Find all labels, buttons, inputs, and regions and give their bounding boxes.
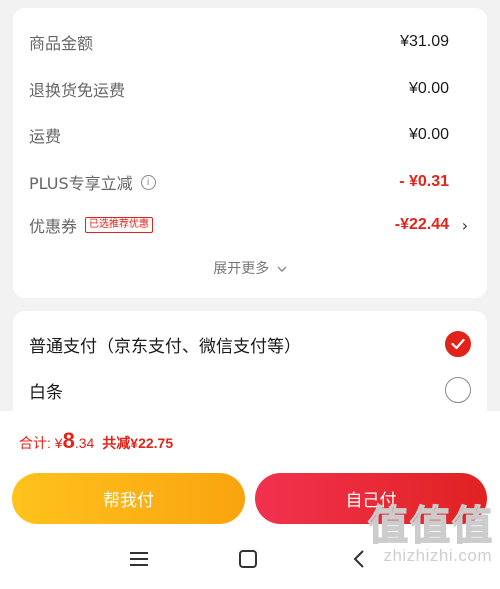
- recommended-badge: 已选推荐优惠: [85, 217, 154, 233]
- expand-more-button[interactable]: 展开更多: [13, 258, 487, 278]
- radio-checked-icon[interactable]: [445, 331, 471, 357]
- chevron-down-icon: [277, 266, 287, 272]
- return-shipping-label: 退换货免运费: [29, 81, 126, 100]
- total-discount: 共减¥22.75: [102, 435, 174, 451]
- payment-option-baitiao[interactable]: 白条: [29, 375, 473, 405]
- payment-option-normal[interactable]: 普通支付（京东支付、微信支付等）: [29, 329, 473, 359]
- radio-unchecked-icon[interactable]: [445, 377, 471, 403]
- goods-amount-label: 商品金额: [29, 34, 94, 53]
- row-plus-discount: PLUS专享立减 i - ¥0.31: [29, 168, 473, 196]
- total-integer: 8: [62, 428, 75, 453]
- coupon-label: 优惠券: [29, 217, 78, 236]
- row-goods-amount: 商品金额 ¥31.09: [29, 28, 473, 56]
- coupon-value: -¥22.44: [394, 216, 449, 233]
- shipping-fee-value: ¥0.00: [408, 126, 449, 143]
- payment-option-baitiao-label: 白条: [29, 382, 63, 403]
- watermark-chars: 值 值 值: [342, 503, 493, 549]
- return-shipping-value: ¥0.00: [408, 80, 449, 97]
- help-pay-button[interactable]: 帮我付: [12, 473, 245, 524]
- info-icon[interactable]: i: [140, 174, 156, 190]
- watermark-char: 值: [367, 503, 409, 549]
- menu-icon[interactable]: [127, 547, 151, 571]
- chevron-right-icon[interactable]: ›: [457, 216, 473, 235]
- watermark-char: 值: [451, 503, 493, 549]
- goods-amount-value: ¥31.09: [400, 33, 449, 50]
- watermark-text: zhizhizhi.com: [383, 546, 492, 565]
- cost-summary-card: 商品金额 ¥31.09 退换货免运费 ¥0.00 运费 ¥0.00 PLUS专享…: [13, 8, 487, 298]
- expand-more-label: 展开更多: [213, 261, 270, 277]
- shipping-fee-label: 运费: [29, 127, 62, 146]
- payment-option-normal-label: 普通支付（京东支付、微信支付等）: [29, 336, 301, 357]
- total-prefix: 合计: ¥: [19, 435, 63, 451]
- payment-method-card: 普通支付（京东支付、微信支付等） 白条: [13, 311, 487, 421]
- order-total: 合计: ¥ 8 .34 共减¥22.75: [19, 428, 173, 454]
- watermark-char: 值: [409, 503, 451, 549]
- plus-discount-label: PLUS专享立减: [29, 174, 133, 193]
- plus-discount-value: - ¥0.31: [399, 173, 449, 190]
- home-square-icon[interactable]: [236, 547, 260, 571]
- watermark: 值 值 值 zhizhizhi.com: [342, 503, 493, 584]
- row-coupon[interactable]: 优惠券 已选推荐优惠 -¥22.44 ›: [29, 211, 473, 239]
- row-return-shipping: 退换货免运费 ¥0.00: [29, 75, 473, 103]
- row-shipping-fee: 运费 ¥0.00: [29, 121, 473, 149]
- bottom-action-bar: 合计: ¥ 8 .34 共减¥22.75 帮我付 自己付 值 值 值 zhizh…: [0, 411, 500, 589]
- total-decimal: .34: [74, 435, 95, 451]
